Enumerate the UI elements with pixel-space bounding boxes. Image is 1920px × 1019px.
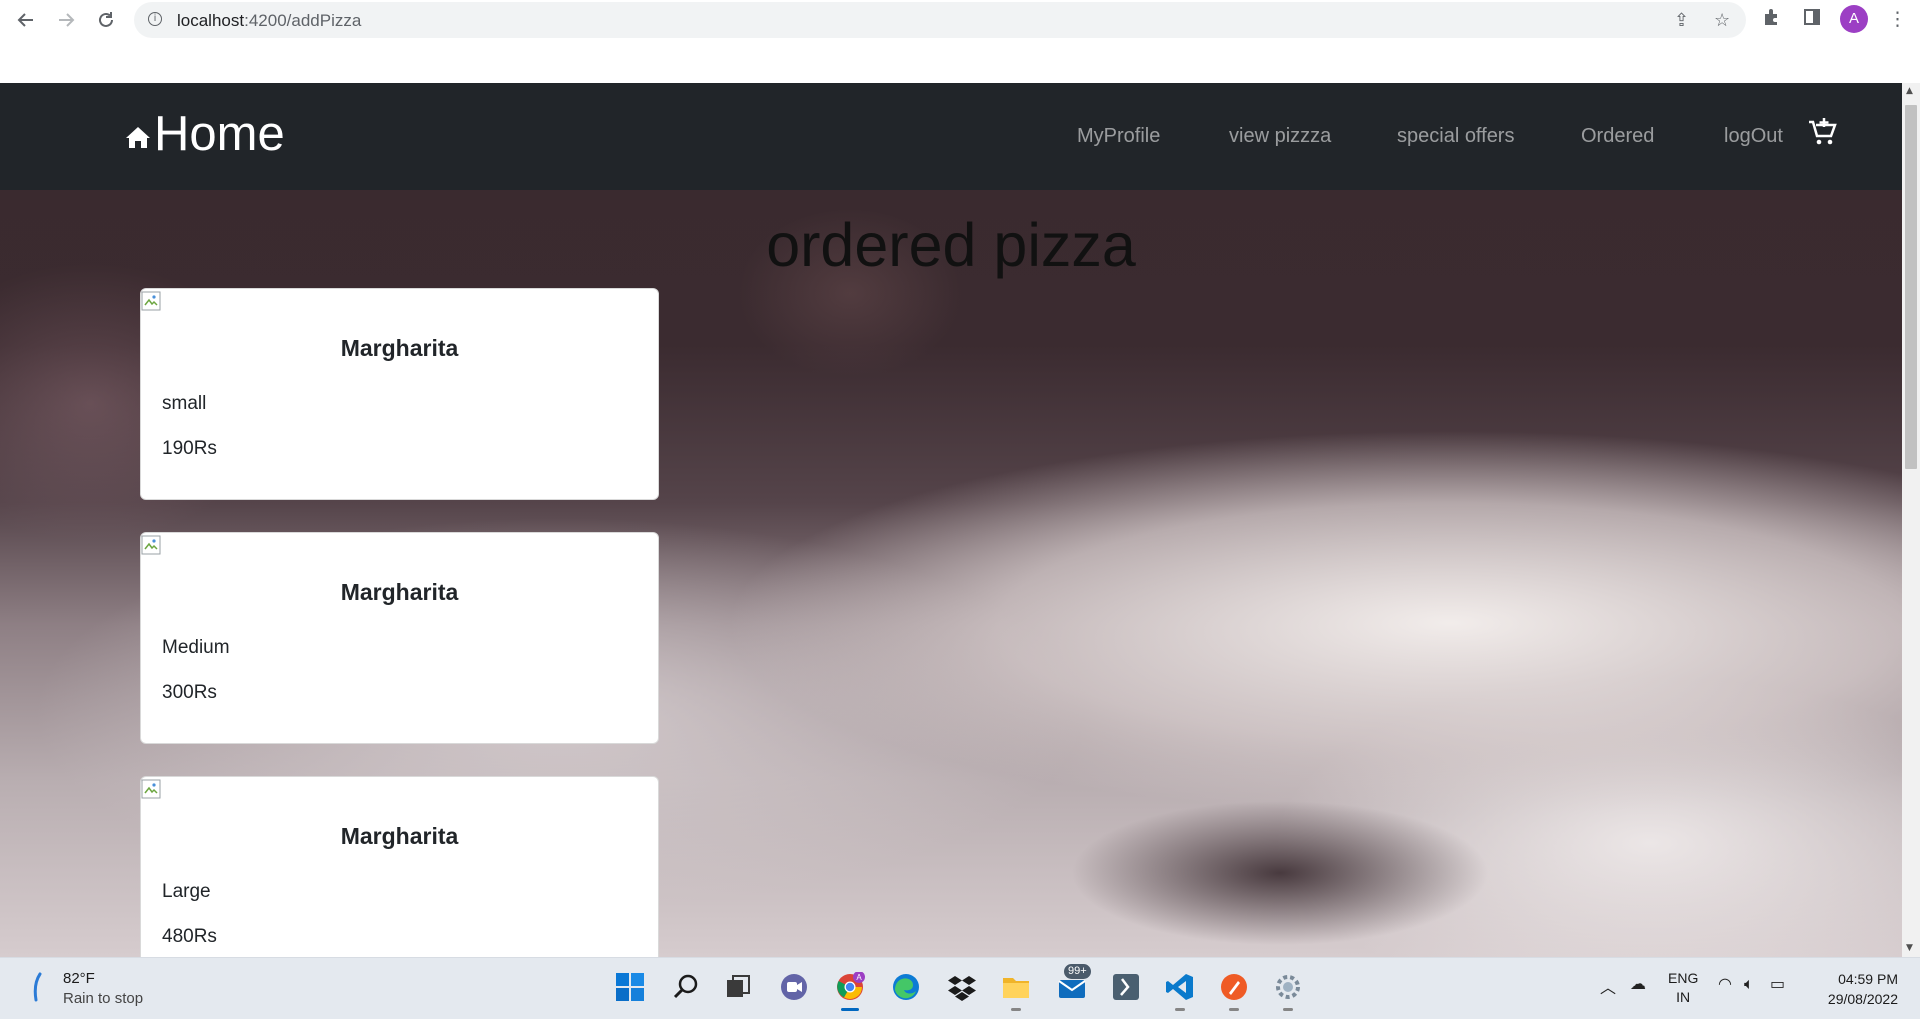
battery-icon[interactable]: ▭: [1770, 974, 1785, 993]
pizza-price: 190Rs: [162, 438, 217, 459]
pizza-name: Margharita: [340, 335, 459, 361]
chevron-up-icon[interactable]: ︿: [1600, 974, 1616, 998]
scroll-down-arrow-icon[interactable]: ▼: [1906, 943, 1913, 953]
home-icon: [126, 127, 150, 148]
pizza-price: 300Rs: [162, 682, 217, 703]
rain-weather-icon[interactable]: [30, 972, 46, 1002]
brand-home-link[interactable]: Home: [126, 107, 285, 161]
edge-icon[interactable]: [888, 969, 924, 1005]
teams-chat-icon[interactable]: [776, 969, 812, 1005]
postman-icon[interactable]: [1216, 969, 1252, 1011]
powershell-icon[interactable]: [1108, 969, 1144, 1005]
address-bar[interactable]: i localhost:4200/addPizza ⇪ ☆: [134, 2, 1746, 38]
windows-taskbar: 82°F Rain to stop A 99+ ︿ ☁ ENG IN ◠ 🔈︎ …: [0, 957, 1920, 1019]
volume-icon[interactable]: 🔈︎: [1744, 974, 1754, 994]
pizza-size: small: [162, 393, 207, 414]
system-clock[interactable]: 04:59 PM 29/08/2022: [1812, 969, 1898, 1009]
scroll-thumb[interactable]: [1905, 105, 1917, 469]
task-view-icon[interactable]: [720, 969, 756, 1005]
wifi-icon[interactable]: ◠: [1718, 974, 1732, 993]
open-app-indicator: [1011, 1008, 1021, 1011]
extensions-icon[interactable]: [1762, 8, 1780, 31]
open-app-indicator: [1229, 1008, 1239, 1011]
broken-image-icon: [141, 291, 161, 311]
top-navbar: Home MyProfile view pizzza special offer…: [0, 83, 1902, 190]
chrome-icon[interactable]: A: [832, 969, 868, 1011]
pizza-name: Margharita: [340, 579, 459, 605]
site-info-icon[interactable]: i: [148, 12, 162, 26]
share-icon[interactable]: ⇪: [1674, 10, 1689, 31]
menu-kebab-icon[interactable]: ⋮: [1888, 8, 1907, 30]
pizza-name: Margharita: [340, 823, 459, 849]
nav-link-special-offers[interactable]: special offers: [1397, 125, 1514, 148]
forward-icon[interactable]: [52, 6, 80, 34]
reload-icon[interactable]: [92, 6, 120, 34]
scroll-up-arrow-icon[interactable]: ▲: [1906, 86, 1913, 96]
weather-description[interactable]: Rain to stop: [63, 990, 143, 1007]
back-icon[interactable]: [12, 6, 40, 34]
order-card: Margharita Medium 300Rs: [140, 532, 659, 744]
page-viewport: Home MyProfile view pizzza special offer…: [0, 83, 1902, 957]
profile-avatar[interactable]: A: [1840, 5, 1868, 33]
active-app-indicator: [841, 1008, 859, 1011]
input-language[interactable]: ENG IN: [1668, 969, 1698, 1007]
nav-link-view-pizza[interactable]: view pizzza: [1229, 125, 1331, 148]
order-card: Margharita Large 480Rs: [140, 776, 659, 957]
settings-icon[interactable]: [1270, 969, 1306, 1011]
pizza-size: Large: [162, 881, 211, 902]
weather-temperature[interactable]: 82°F: [63, 970, 95, 987]
page-scrollbar[interactable]: ▲ ▼: [1902, 83, 1920, 957]
bookmark-star-icon[interactable]: ☆: [1714, 10, 1730, 31]
nav-link-ordered[interactable]: Ordered: [1581, 125, 1654, 148]
cart-add-icon[interactable]: [1808, 117, 1838, 147]
browser-toolbar: i localhost:4200/addPizza ⇪ ☆ A ⋮: [0, 0, 1920, 83]
dropbox-icon[interactable]: [944, 969, 980, 1005]
broken-image-icon: [141, 535, 161, 555]
onedrive-offline-icon[interactable]: ☁: [1630, 974, 1646, 993]
start-icon[interactable]: [612, 969, 648, 1005]
vscode-icon[interactable]: [1162, 969, 1198, 1011]
nav-link-myprofile[interactable]: MyProfile: [1077, 125, 1160, 148]
file-explorer-icon[interactable]: [998, 969, 1034, 1011]
search-icon[interactable]: [668, 969, 704, 1005]
pizza-size: Medium: [162, 637, 230, 658]
side-panel-icon[interactable]: [1803, 8, 1821, 31]
mail-unread-badge: 99+: [1064, 964, 1091, 979]
nav-link-logout[interactable]: logOut: [1724, 125, 1783, 148]
mail-icon[interactable]: 99+: [1054, 964, 1091, 1005]
page-title: ordered pizza: [766, 211, 1136, 279]
url-text[interactable]: localhost:4200/addPizza: [177, 11, 361, 31]
pizza-price: 480Rs: [162, 926, 217, 947]
svg-text:A: A: [856, 973, 862, 982]
open-app-indicator: [1283, 1008, 1293, 1011]
open-app-indicator: [1175, 1008, 1185, 1011]
brand-label: Home: [154, 107, 285, 161]
order-card: Margharita small 190Rs: [140, 288, 659, 500]
broken-image-icon: [141, 779, 161, 799]
